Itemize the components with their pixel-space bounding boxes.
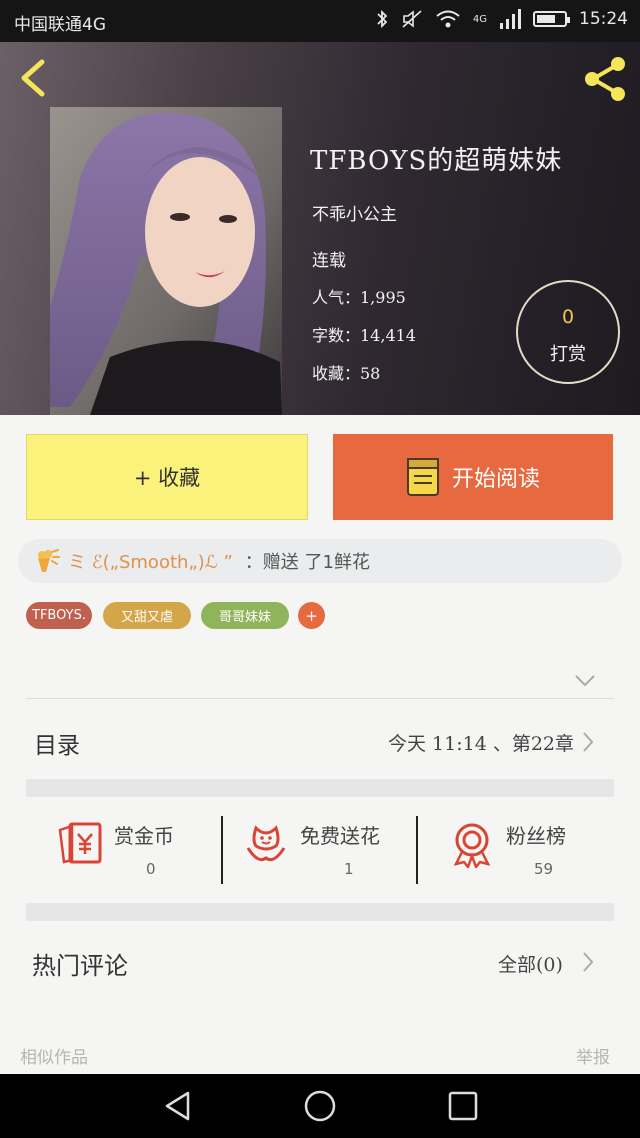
nav-home-icon[interactable]	[303, 1089, 337, 1123]
battery-fill	[537, 15, 555, 23]
report-link[interactable]: 举报	[576, 1043, 610, 1068]
free-flower-stat[interactable]: 免费送花 1	[242, 814, 402, 884]
flower-icon	[246, 825, 286, 862]
book-cover-image[interactable]	[50, 107, 282, 415]
fan-rank-value: 59	[534, 860, 554, 878]
book-title: TFBOYS的超萌妹妹	[310, 146, 563, 176]
nav-recents-icon[interactable]	[448, 1091, 478, 1121]
network-type-label: 4G	[472, 13, 487, 25]
reward-button[interactable]: 0 打赏	[516, 280, 620, 384]
divider	[26, 698, 614, 699]
back-arrow-icon[interactable]	[14, 58, 54, 98]
book-icon	[406, 458, 439, 496]
reward-coins-value: 0	[146, 860, 156, 878]
add-favorite-label: + 收藏	[133, 466, 201, 490]
start-reading-label: 开始阅读	[451, 467, 540, 492]
fan-rank-stat[interactable]: 粉丝榜 59	[448, 814, 598, 884]
status-icons: 4G 15:24	[375, 9, 628, 29]
author-name[interactable]: 不乖小公主	[312, 200, 397, 225]
similar-works-label[interactable]: 相似作品	[20, 1043, 88, 1068]
reward-label: 打赏	[550, 344, 586, 365]
mute-icon	[402, 10, 422, 28]
tag-sweet-sad[interactable]: 又甜又虐	[103, 602, 191, 629]
add-tag-button[interactable]: +	[298, 602, 325, 629]
gift-notice[interactable]: ミ ℰ(„Smooth„)ℒ ” ：赠送 了1鲜花	[18, 539, 622, 583]
reward-coins-label: 赏金币	[114, 824, 174, 848]
tag-tfboys[interactable]: TFBOYS.	[26, 602, 92, 629]
latest-chapter-info[interactable]: 今天 11:14 、第22章	[388, 729, 574, 756]
free-flower-label: 免费送花	[300, 824, 380, 848]
chevron-right-icon[interactable]	[582, 951, 594, 973]
signal-icon	[500, 9, 521, 29]
stat-separator	[416, 816, 418, 884]
hot-comments-label: 热门评论	[32, 952, 128, 980]
gift-action: ：赠送 了1鲜花	[244, 552, 370, 573]
fan-rank-label: 粉丝榜	[506, 824, 566, 848]
popularity-count: 人气：1,995	[312, 288, 406, 307]
share-icon[interactable]	[580, 54, 630, 104]
reward-coins-stat[interactable]: 赏金币 0	[56, 814, 206, 884]
chevron-down-icon[interactable]	[574, 674, 596, 688]
nav-back-icon[interactable]	[162, 1090, 194, 1122]
serial-status: 连载	[312, 251, 346, 271]
status-bar: 中国联通4G 4G 15:24	[0, 0, 640, 42]
tag-siblings[interactable]: 哥哥妹妹	[201, 602, 289, 629]
catalog-label[interactable]: 目录	[34, 726, 80, 760]
section-separator	[26, 779, 614, 797]
start-reading-button[interactable]: 开始阅读	[333, 434, 613, 520]
battery-icon	[533, 11, 570, 27]
add-favorite-button[interactable]: + 收藏	[26, 434, 308, 520]
chevron-right-icon[interactable]	[582, 731, 594, 753]
system-navigation-bar	[0, 1074, 640, 1138]
all-comments-link[interactable]: 全部(0)	[498, 950, 563, 977]
medal-icon	[453, 823, 491, 868]
word-count: 字数：14,414	[312, 326, 416, 345]
free-flower-value: 1	[344, 860, 354, 878]
bouquet-icon	[38, 549, 60, 572]
clock: 15:24	[579, 9, 628, 29]
wifi-icon	[436, 10, 460, 28]
favorites-count: 收藏：58	[312, 364, 381, 383]
gift-sender[interactable]: ミ ℰ(„Smooth„)ℒ ”	[68, 548, 233, 574]
reward-count: 0	[561, 306, 575, 328]
red-envelope-icon	[58, 822, 102, 864]
stat-separator	[221, 816, 223, 884]
carrier-label: 中国联通4G	[14, 15, 106, 35]
section-separator	[26, 903, 614, 921]
bluetooth-icon	[377, 9, 388, 29]
